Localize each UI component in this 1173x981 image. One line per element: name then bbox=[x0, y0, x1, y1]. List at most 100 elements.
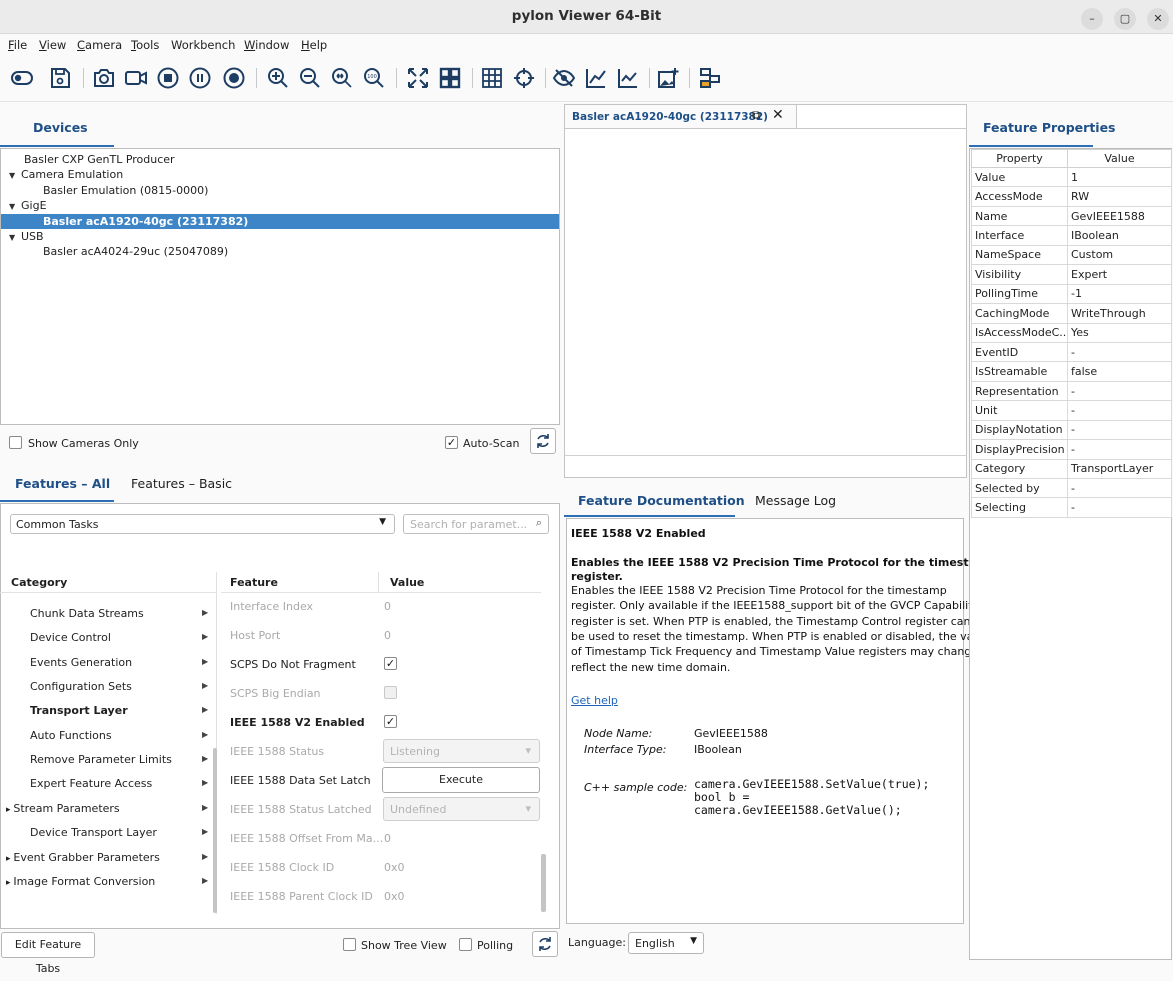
property-row[interactable]: CachingMode WriteThrough bbox=[971, 303, 1172, 324]
grid-overlay-icon[interactable] bbox=[480, 66, 504, 90]
refresh-devices-icon[interactable] bbox=[530, 428, 556, 454]
close-window-icon[interactable]: ✕ bbox=[1147, 8, 1169, 30]
expand-arrow-icon[interactable]: ▼ bbox=[9, 171, 21, 180]
category-item[interactable]: ▸ Stream Parameters bbox=[6, 802, 120, 815]
zoom-out-icon[interactable] bbox=[298, 66, 322, 90]
get-help-link[interactable]: Get help bbox=[571, 694, 618, 708]
single-shot-icon[interactable] bbox=[92, 66, 116, 90]
feature-checkbox[interactable]: ✓ bbox=[384, 715, 397, 728]
tab-feature-documentation[interactable]: Feature Documentation bbox=[578, 493, 745, 508]
property-row[interactable]: NameSpace Custom bbox=[971, 244, 1172, 266]
tab-feature-properties[interactable]: Feature Properties bbox=[983, 120, 1116, 135]
device-tree-item[interactable]: ▼ GigE bbox=[9, 199, 47, 212]
property-row[interactable]: PollingTime -1 bbox=[971, 283, 1172, 305]
no-preview-icon[interactable] bbox=[552, 66, 576, 90]
edit-feature-tabs-button[interactable]: Edit Feature Tabs bbox=[1, 932, 95, 975]
tab-devices[interactable]: Devices bbox=[33, 120, 88, 135]
menu-file[interactable]: File bbox=[8, 38, 27, 52]
property-row[interactable]: IsAccessModeC... Yes bbox=[971, 322, 1172, 343]
histogram-icon[interactable] bbox=[584, 66, 608, 90]
property-row[interactable]: Name GevIEEE1588 bbox=[971, 205, 1172, 227]
tab-message-log[interactable]: Message Log bbox=[755, 493, 836, 508]
zoom-fit-icon[interactable] bbox=[330, 66, 354, 90]
property-row[interactable]: Selecting - bbox=[971, 497, 1172, 518]
property-row[interactable]: DisplayNotation - bbox=[971, 419, 1172, 441]
language-select[interactable]: English ▼ bbox=[628, 932, 704, 954]
category-item[interactable]: Remove Parameter Limits bbox=[30, 753, 172, 766]
device-tree: Basler CXP GenTL Producer ▼ Camera Emulati… bbox=[0, 148, 560, 425]
category-item[interactable]: Device Control bbox=[30, 631, 111, 644]
crosshair-icon[interactable] bbox=[512, 66, 536, 90]
chevron-right-icon: ▶ bbox=[202, 729, 209, 739]
property-row[interactable]: Unit - bbox=[971, 400, 1172, 421]
category-scrollbar[interactable] bbox=[213, 748, 217, 913]
category-item[interactable]: Expert Feature Access bbox=[30, 777, 152, 790]
tab-features-basic[interactable]: Features – Basic bbox=[131, 476, 232, 491]
maximize-icon[interactable]: ▢ bbox=[1114, 8, 1136, 30]
category-item[interactable]: Auto Functions bbox=[30, 729, 112, 742]
show-tree-view-checkbox[interactable] bbox=[343, 938, 356, 951]
search-input[interactable]: Search for paramet... ⌕ bbox=[403, 514, 549, 534]
fullscreen-icon[interactable] bbox=[406, 66, 430, 90]
category-item[interactable]: ▸ Image Format Conversion bbox=[6, 875, 155, 888]
multi-camera-icon[interactable] bbox=[698, 66, 722, 90]
execute-button[interactable]: Execute bbox=[382, 767, 540, 793]
line-profile-icon[interactable] bbox=[616, 66, 640, 90]
refresh-features-icon[interactable] bbox=[532, 931, 558, 957]
stop-icon[interactable] bbox=[156, 66, 180, 90]
menu-tools[interactable]: Tools bbox=[131, 38, 159, 52]
property-row[interactable]: Value 1 bbox=[971, 166, 1172, 188]
category-item[interactable]: Configuration Sets bbox=[30, 680, 132, 693]
device-tree-item[interactable]: Basler acA4024-29uc (25047089) bbox=[43, 245, 228, 258]
device-tree-item-selected[interactable]: Basler acA1920-40gc (23117382) bbox=[43, 215, 248, 228]
menu-camera[interactable]: Camera bbox=[77, 38, 122, 52]
continuous-shot-icon[interactable] bbox=[124, 66, 148, 90]
feature-scrollbar[interactable] bbox=[541, 854, 546, 912]
menu-help[interactable]: Help bbox=[301, 38, 327, 52]
property-row[interactable]: Selected by - bbox=[971, 477, 1172, 499]
record-icon[interactable] bbox=[222, 66, 246, 90]
category-item[interactable]: Device Transport Layer bbox=[30, 826, 157, 839]
category-item[interactable]: Chunk Data Streams bbox=[30, 607, 144, 620]
node-name-label: Node Name: bbox=[584, 727, 653, 740]
undock-icon[interactable]: ⧉ bbox=[752, 108, 761, 123]
device-tree-item[interactable]: ▼ Camera Emulation bbox=[9, 168, 123, 181]
save-icon[interactable] bbox=[48, 66, 72, 90]
property-row[interactable]: DisplayPrecision - bbox=[971, 439, 1172, 460]
property-row[interactable]: Representation - bbox=[971, 380, 1172, 402]
sample-code-line3: camera.GevIEEE1588.GetValue(); bbox=[694, 803, 902, 817]
device-tree-item[interactable]: ▼ USB bbox=[9, 230, 44, 243]
device-tree-item[interactable]: Basler Emulation (0815-0000) bbox=[43, 184, 208, 197]
camera-tab[interactable]: Basler acA1920-40gc (23117382) ⧉ ✕ bbox=[565, 105, 797, 129]
layout-grid-icon[interactable] bbox=[438, 66, 462, 90]
close-tab-icon[interactable]: ✕ bbox=[772, 107, 784, 123]
property-row[interactable]: Category TransportLayer bbox=[971, 458, 1172, 480]
menu-view[interactable]: View bbox=[39, 38, 66, 52]
category-item[interactable]: Events Generation bbox=[30, 656, 132, 669]
language-label: Language: bbox=[568, 936, 626, 949]
category-item[interactable]: Transport Layer bbox=[30, 704, 128, 717]
zoom-in-icon[interactable] bbox=[266, 66, 290, 90]
menu-window[interactable]: Window bbox=[244, 38, 289, 52]
property-row[interactable]: AccessMode RW bbox=[971, 186, 1172, 207]
property-row[interactable]: EventID - bbox=[971, 341, 1172, 363]
image-add-icon[interactable] bbox=[656, 66, 680, 90]
feature-checkbox[interactable]: ✓ bbox=[384, 657, 397, 670]
property-row[interactable]: Visibility Expert bbox=[971, 264, 1172, 285]
property-row[interactable]: IsStreamable false bbox=[971, 361, 1172, 382]
expand-arrow-icon[interactable]: ▼ bbox=[9, 233, 21, 242]
open-device-toggle-icon[interactable] bbox=[10, 66, 34, 90]
expand-arrow-icon[interactable]: ▼ bbox=[9, 202, 21, 211]
minimize-icon[interactable]: – bbox=[1081, 8, 1103, 30]
pause-icon[interactable] bbox=[188, 66, 212, 90]
menu-workbench[interactable]: Workbench bbox=[171, 38, 235, 52]
device-tree-item[interactable]: Basler CXP GenTL Producer bbox=[9, 153, 175, 166]
auto-scan-checkbox[interactable]: ✓ bbox=[445, 436, 458, 449]
tab-features-all[interactable]: Features – All bbox=[15, 476, 110, 491]
common-tasks-combo[interactable]: Common Tasks ▼ bbox=[10, 514, 395, 534]
polling-checkbox[interactable] bbox=[459, 938, 472, 951]
category-item[interactable]: ▸ Event Grabber Parameters bbox=[6, 851, 160, 864]
property-row[interactable]: Interface IBoolean bbox=[971, 225, 1172, 246]
zoom-100-icon[interactable]: 100 bbox=[362, 66, 386, 90]
show-cameras-only-checkbox[interactable] bbox=[9, 436, 22, 449]
